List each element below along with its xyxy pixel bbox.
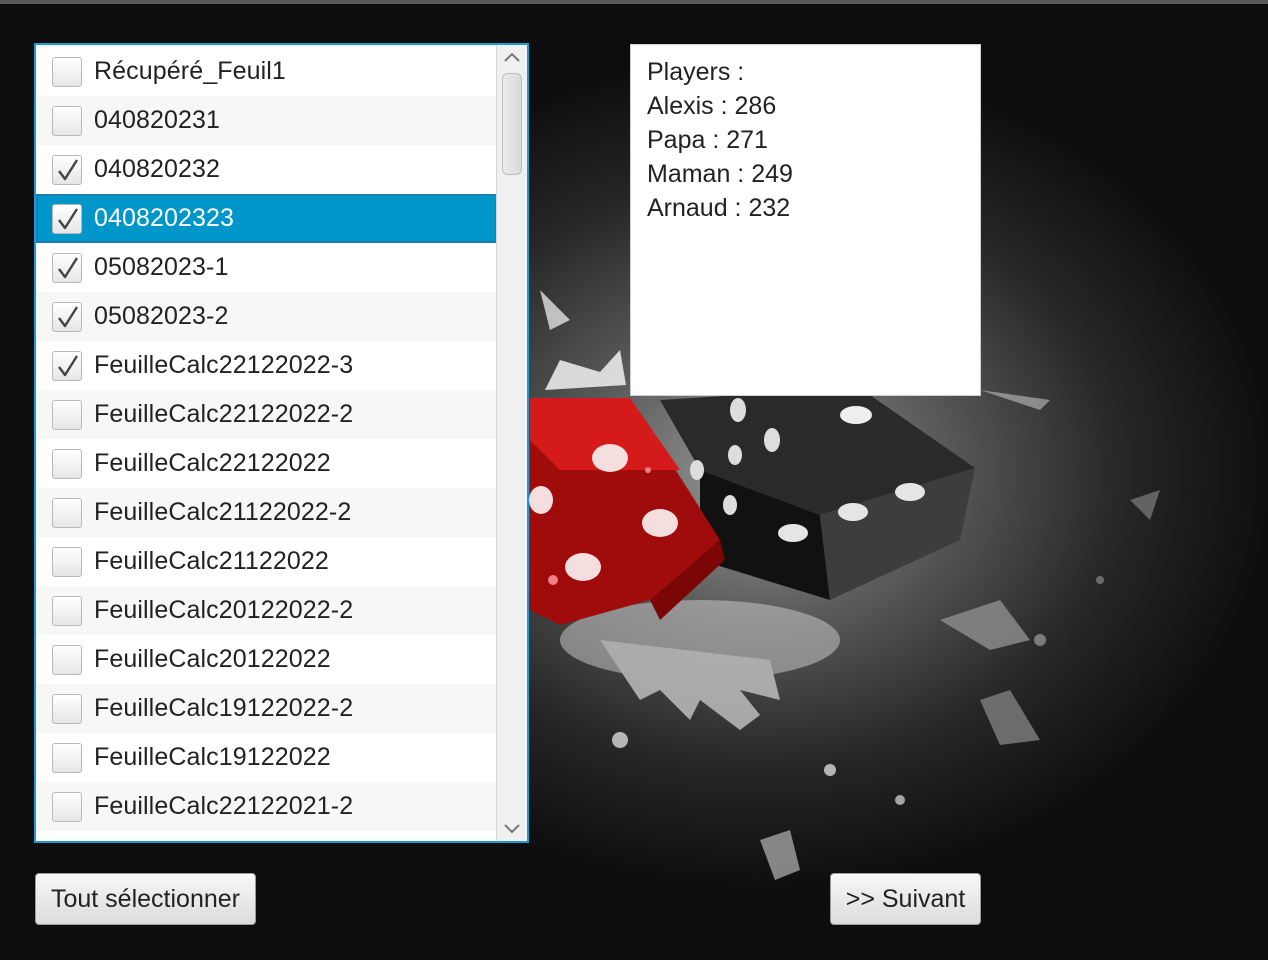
sheet-item-label: Récupéré_Feuil1 [94, 57, 286, 85]
checkmark-icon [58, 207, 79, 229]
sheet-item-label: FeuilleCalc22122022-2 [94, 400, 354, 428]
sheet-checkbox[interactable] [52, 497, 82, 528]
sheet-list-item[interactable] [36, 831, 497, 841]
sheet-item-label: FeuilleCalc20122022 [94, 645, 331, 673]
sheet-list-item[interactable]: FeuilleCalc22122021-2 [36, 782, 497, 831]
sheet-checkbox[interactable] [52, 301, 82, 332]
select-all-button[interactable]: Tout sélectionner [35, 873, 256, 925]
players-panel: Players : Alexis : 286 Papa : 271 Maman … [630, 44, 981, 396]
sheet-list-item[interactable]: FeuilleCalc20122022-2 [36, 586, 497, 635]
sheet-list-item[interactable]: 05082023-1 [36, 243, 497, 292]
player-score: Maman : 249 [647, 160, 793, 188]
sheet-list[interactable]: Récupéré_Feuil1 040820231 040820232 0408202… [34, 43, 529, 843]
checkmark-icon [58, 354, 79, 376]
sheet-list-item[interactable]: 05082023-2 [36, 292, 497, 341]
sheet-checkbox[interactable] [52, 644, 82, 675]
sheet-list-rows: Récupéré_Feuil1 040820231 040820232 0408202… [36, 45, 497, 841]
sheet-item-label: FeuilleCalc22122021-2 [94, 792, 354, 820]
sheet-checkbox[interactable] [52, 448, 82, 479]
sheet-list-item[interactable]: FeuilleCalc21122022 [36, 537, 497, 586]
checkmark-icon [58, 305, 79, 327]
sheet-checkbox[interactable] [52, 350, 82, 381]
sheet-checkbox[interactable] [52, 252, 82, 283]
player-score: Papa : 271 [647, 126, 768, 154]
sheet-item-label: FeuilleCalc22122022 [94, 449, 331, 477]
vertical-scrollbar[interactable] [496, 45, 527, 841]
sheet-item-label: 05082023-1 [94, 253, 229, 281]
sheet-checkbox[interactable] [52, 595, 82, 626]
sheet-checkbox[interactable] [52, 840, 82, 841]
player-score: Arnaud : 232 [647, 194, 791, 222]
sheet-item-label: FeuilleCalc19122022-2 [94, 694, 354, 722]
sheet-item-label: 040820231 [94, 106, 221, 134]
scrollbar-thumb[interactable] [502, 73, 522, 175]
sheet-checkbox[interactable] [52, 203, 82, 234]
sheet-checkbox[interactable] [52, 105, 82, 136]
sheet-item-label: 05082023-2 [94, 302, 229, 330]
sheet-list-item[interactable]: FeuilleCalc22122022-3 [36, 341, 497, 390]
sheet-checkbox[interactable] [52, 791, 82, 822]
sheet-list-item[interactable]: FeuilleCalc20122022 [36, 635, 497, 684]
sheet-item-label: 0408202323 [94, 204, 235, 232]
sheet-item-label: FeuilleCalc20122022-2 [94, 596, 354, 624]
sheet-list-item[interactable]: 0408202323 [36, 194, 497, 243]
sheet-list-item[interactable]: 040820232 [36, 145, 497, 194]
players-title: Players : [647, 58, 745, 86]
sheet-list-item[interactable]: FeuilleCalc22122022-2 [36, 390, 497, 439]
sheet-item-label: FeuilleCalc19122022 [94, 743, 331, 771]
sheet-checkbox[interactable] [52, 399, 82, 430]
player-score: Alexis : 286 [647, 92, 777, 120]
sheet-checkbox[interactable] [52, 154, 82, 185]
chevron-up-icon[interactable] [503, 51, 521, 65]
sheet-checkbox[interactable] [52, 693, 82, 724]
sheet-list-item[interactable]: FeuilleCalc21122022-2 [36, 488, 497, 537]
next-button[interactable]: >> Suivant [830, 873, 981, 925]
sheet-checkbox[interactable] [52, 742, 82, 773]
sheet-checkbox[interactable] [52, 56, 82, 87]
sheet-list-item[interactable]: FeuilleCalc19122022-2 [36, 684, 497, 733]
sheet-list-item[interactable]: Récupéré_Feuil1 [36, 47, 497, 96]
sheet-item-label: 040820232 [94, 155, 221, 183]
sheet-list-item[interactable]: FeuilleCalc19122022 [36, 733, 497, 782]
sheet-list-item[interactable]: FeuilleCalc22122022 [36, 439, 497, 488]
sheet-item-label: FeuilleCalc21122022-2 [94, 498, 352, 526]
sheet-item-label: FeuilleCalc22122022-3 [94, 351, 354, 379]
sheet-item-label: FeuilleCalc21122022 [94, 547, 329, 575]
sheet-checkbox[interactable] [52, 546, 82, 577]
checkmark-icon [58, 158, 79, 180]
checkmark-icon [58, 256, 79, 278]
chevron-down-icon[interactable] [503, 821, 521, 835]
sheet-list-item[interactable]: 040820231 [36, 96, 497, 145]
